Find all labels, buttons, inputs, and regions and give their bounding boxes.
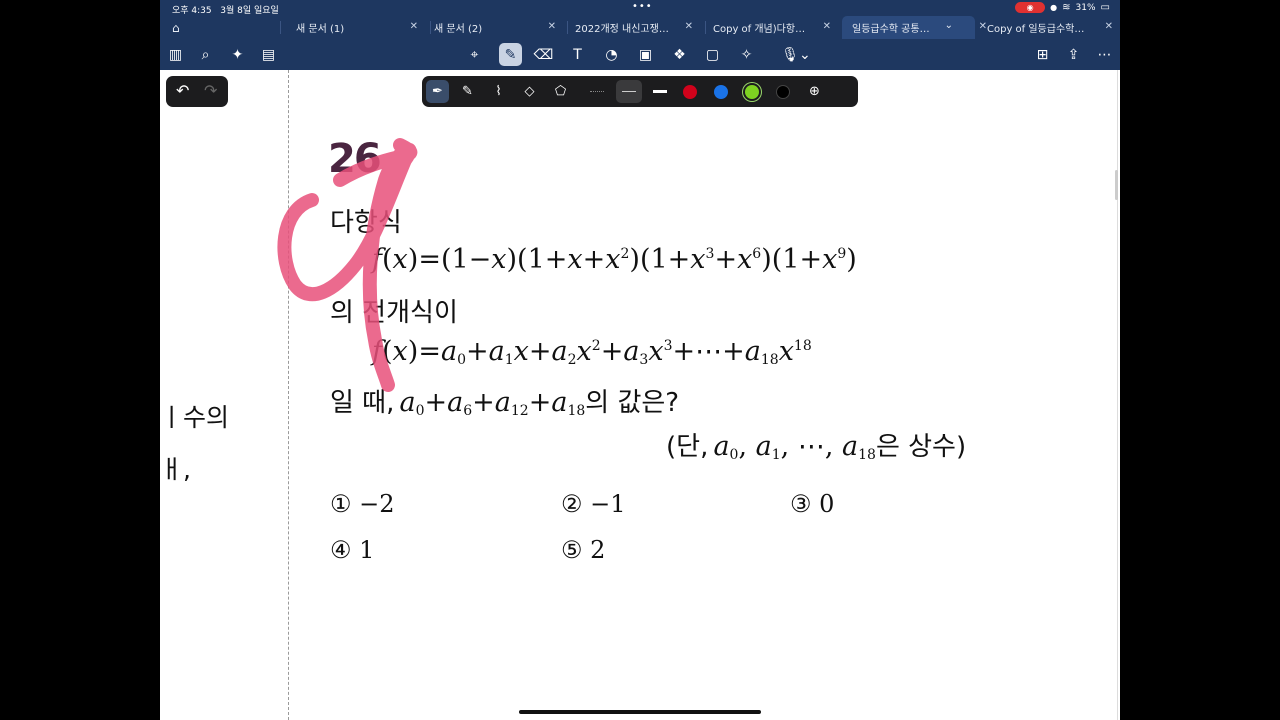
tab-new-document-1[interactable]: 새 문서 (1) ✕ [296, 16, 424, 39]
image-icon[interactable]: ▣ [634, 43, 657, 66]
pen-palette: ✒ ✎ ⌇ ◇ ⬠ ⊕ [422, 76, 858, 107]
more-icon[interactable]: ⋯ [1093, 43, 1116, 66]
color-blue[interactable] [714, 85, 728, 99]
thickness-medium[interactable] [616, 80, 642, 103]
close-icon[interactable]: ✕ [410, 21, 418, 32]
page-edge [1117, 70, 1118, 720]
share-icon[interactable]: ⇪ [1062, 43, 1085, 66]
laser-pointer-icon[interactable]: ✧ [735, 43, 758, 66]
elements-icon[interactable]: ❖ [668, 43, 691, 66]
choice-5[interactable]: ⑤ 2 [561, 536, 605, 564]
add-color-icon[interactable]: ⊕ [803, 80, 826, 103]
home-indicator[interactable] [519, 710, 761, 714]
ballpoint-pen-icon[interactable]: ✎ [456, 80, 479, 103]
fountain-pen-icon[interactable]: ✒ [426, 80, 449, 103]
chevron-down-icon[interactable]: ⌄ [945, 20, 953, 31]
status-bar: 오후 4:35 3월 8일 일요일 ••• ◉ ● ≋ 31% ▭ [160, 0, 1120, 16]
question-ask: 일 때, a0+a6+a12+a18의 값은? [330, 387, 680, 419]
color-black[interactable] [776, 85, 790, 99]
left-page-fragment-1: ㅣ수의 [160, 403, 230, 432]
close-icon[interactable]: ✕ [548, 21, 556, 32]
search-icon[interactable]: ⌕ [194, 43, 217, 66]
choice-4[interactable]: ④ 1 [330, 536, 374, 564]
choice-1[interactable]: ① −2 [330, 490, 395, 518]
left-page-fragment-2: ㅐ, [160, 455, 191, 484]
close-icon[interactable]: ✕ [1105, 21, 1113, 32]
pen-icon[interactable]: ✎ [499, 43, 522, 66]
undo-redo-panel: ↶ ↷ [166, 76, 228, 107]
polynomial-expansion: f(x)=a0+a1x+a2x2+a3x3+⋯+a18x18 [372, 336, 812, 368]
location-icon: ● [1050, 3, 1058, 12]
thickness-thin[interactable] [584, 80, 610, 103]
color-green[interactable] [745, 85, 759, 99]
textbox-icon[interactable]: T [566, 43, 589, 66]
question-number: 26 [328, 136, 382, 182]
status-right: ◉ ● ≋ 31% ▭ [1015, 2, 1110, 13]
thickness-thick[interactable] [647, 80, 673, 103]
status-date: 3월 8일 일요일 [220, 6, 279, 16]
shape-pen-icon[interactable]: ⬠ [549, 80, 572, 103]
microphone-icon[interactable]: 🎙︎⌄ [779, 43, 813, 66]
choice-2[interactable]: ② −1 [561, 490, 626, 518]
choice-3[interactable]: ③ 0 [790, 490, 834, 518]
close-icon[interactable]: ✕ [823, 21, 831, 32]
expansion-label: 의 전개식이 [330, 298, 458, 328]
tab-copy-ildeung[interactable]: Copy of 일등급수학… ✕ [987, 16, 1113, 39]
battery-icon: ▭ [1100, 2, 1110, 13]
tab-bar: ⌂ 새 문서 (1) ✕ 새 문서 (2) ✕ 2022개정 내신고쟁… ✕ C… [160, 16, 1120, 39]
sidebar-icon[interactable]: ▥ [164, 43, 187, 66]
tab-2022-curriculum[interactable]: 2022개정 내신고쟁… ✕ [575, 16, 699, 39]
main-toolbar: ▥ ⌕ ✦ ▤ ⌖ ✎ ⌫ T ◔ ▣ ❖ ▢ ✧ 🎙︎⌄ ⊞ ⇪ ⋯ [160, 39, 1120, 71]
tab-new-document-2[interactable]: 새 문서 (2) ✕ [434, 16, 562, 39]
eraser-icon[interactable]: ⌫ [532, 43, 555, 66]
close-icon[interactable]: ✕ [685, 21, 693, 32]
pages-icon[interactable]: ▤ [257, 43, 280, 66]
highlighter-icon[interactable]: ⌇ [487, 80, 510, 103]
ask-sum: a0+a6+a12+a18 [399, 387, 586, 419]
tab-ildeung-active[interactable]: 일등급수학 공통… ⌄ ✕ [842, 16, 987, 39]
question-intro: 다항식 [330, 208, 402, 238]
status-time: 오후 4:35 [172, 6, 212, 16]
status-time-date: 오후 4:35 3월 8일 일요일 [172, 3, 279, 16]
palette-eraser-icon[interactable]: ◇ [518, 80, 541, 103]
sparkle-icon[interactable]: ✦ [226, 43, 249, 66]
condition-coefficients: a0, a1, ⋯, a18 [713, 431, 876, 463]
redo-icon[interactable]: ↷ [204, 81, 217, 100]
polynomial-definition: f(x)=(1−x)(1+x+x2)(1+x3+x6)(1+x9) [372, 244, 857, 275]
screen-record-icon[interactable]: ◉ [1015, 2, 1046, 13]
question-condition: (단, a0, a1, ⋯, a18은 상수) [666, 431, 967, 463]
battery-level: 31% [1075, 2, 1096, 13]
close-icon[interactable]: ✕ [979, 21, 987, 32]
app-screen: 오후 4:35 3월 8일 일요일 ••• ◉ ● ≋ 31% ▭ ⌂ 새 문서… [160, 0, 1120, 720]
add-page-icon[interactable]: ⊞ [1031, 43, 1054, 66]
sticky-note-icon[interactable]: ▢ [701, 43, 724, 66]
house-icon: ⌂ [172, 20, 180, 35]
lasso-icon[interactable]: ⌖ [463, 43, 486, 66]
tab-copy-concept[interactable]: Copy of 개념)다항… ✕ [713, 16, 837, 39]
wifi-icon: ≋ [1062, 2, 1071, 13]
undo-icon[interactable]: ↶ [176, 81, 189, 100]
page-divider [288, 70, 289, 720]
multitask-dots-icon[interactable]: ••• [632, 1, 653, 12]
tab-home[interactable]: ⌂ [172, 16, 202, 39]
shapes-icon[interactable]: ◔ [600, 43, 623, 66]
scroll-indicator[interactable] [1115, 170, 1118, 200]
color-red[interactable] [683, 85, 697, 99]
